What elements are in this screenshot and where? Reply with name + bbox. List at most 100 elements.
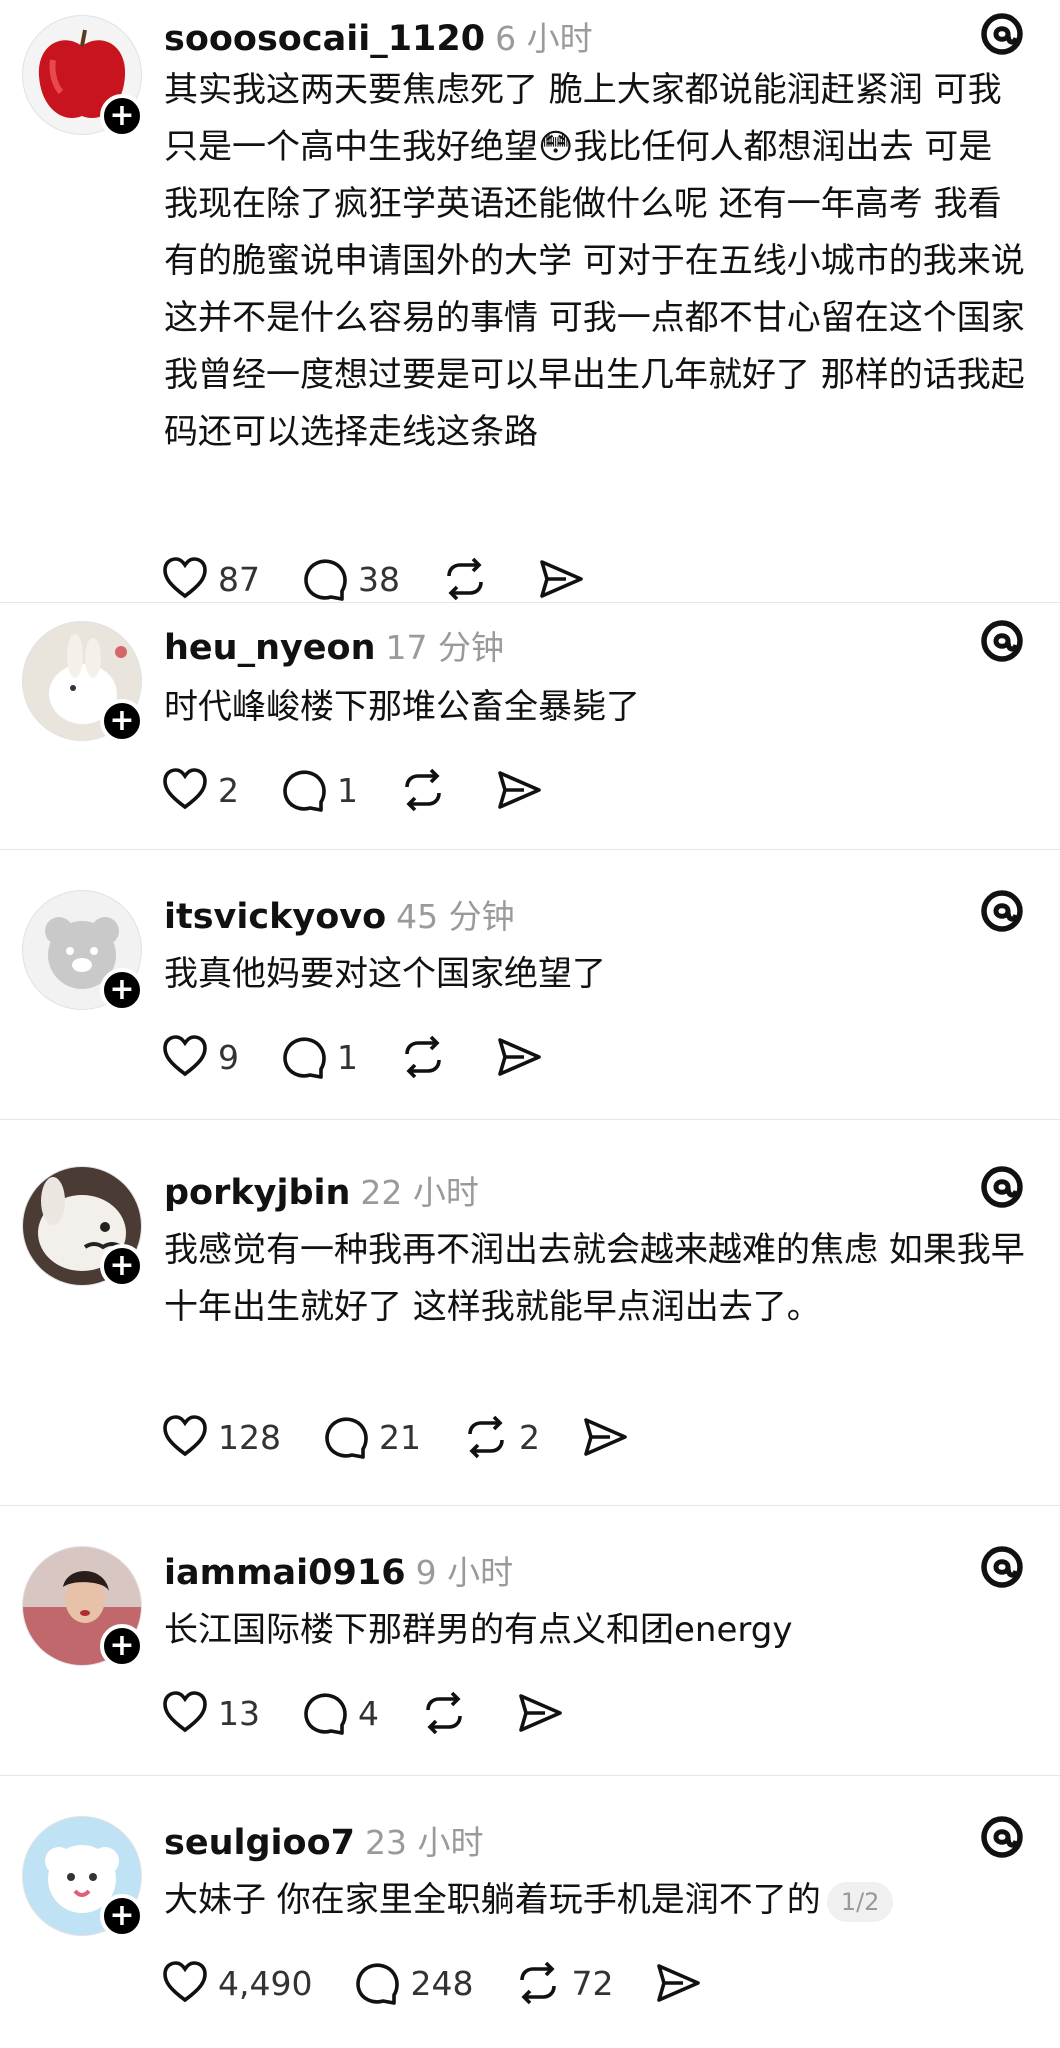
send-icon <box>498 1038 541 1076</box>
post-item[interactable]: + itsvickyovo 45 分钟 我真他妈要对这个国家绝望了 9 1 <box>0 850 1060 1120</box>
username[interactable]: iammai0916 <box>164 1553 406 1593</box>
follow-button[interactable]: + <box>100 94 144 138</box>
action-bar: 128 21 2 <box>160 1412 670 1462</box>
like-button[interactable]: 128 <box>160 1412 281 1462</box>
threads-logo-icon[interactable] <box>978 887 1026 935</box>
comment-icon <box>283 770 326 812</box>
repost-button[interactable] <box>398 765 448 815</box>
post-header: itsvickyovo 45 分钟 <box>164 890 960 938</box>
post-time: 23 小时 <box>364 1823 484 1862</box>
comment-icon <box>304 559 347 601</box>
post-item[interactable]: + sooosocaii_1120 6 小时 其实我这两天要焦虑死了 脆上大家都说… <box>0 0 1060 603</box>
like-count: 4,490 <box>218 1963 313 2003</box>
threads-logo-icon[interactable] <box>978 10 1026 58</box>
username[interactable]: seulgioo7 <box>164 1823 355 1863</box>
post-text: 长江国际楼下那群男的有点义和团energy <box>164 1610 793 1650</box>
reply-button[interactable]: 38 <box>300 554 400 604</box>
repost-count: 2 <box>519 1417 540 1457</box>
reply-button[interactable]: 248 <box>352 1958 473 2008</box>
repost-icon <box>468 1415 504 1459</box>
post-header: porkyjbin 22 小时 <box>164 1166 960 1214</box>
follow-button[interactable]: + <box>100 1624 144 1668</box>
post-item[interactable]: + iammai0916 9 小时 长江国际楼下那群男的有点义和团energy 1… <box>0 1506 1060 1776</box>
threads-logo-icon[interactable] <box>978 1813 1026 1861</box>
post-header: seulgioo7 23 小时 <box>164 1816 960 1864</box>
post-time: 9 小时 <box>415 1553 514 1592</box>
like-count: 2 <box>218 770 239 810</box>
like-button[interactable]: 9 <box>160 1032 239 1082</box>
post-time: 22 小时 <box>360 1173 479 1212</box>
reply-button[interactable]: 21 <box>321 1412 421 1462</box>
repost-button[interactable]: 72 <box>513 1958 613 2008</box>
heart-icon <box>163 1415 207 1457</box>
comment-icon <box>283 1037 326 1079</box>
heart-icon <box>163 557 207 599</box>
like-button[interactable]: 13 <box>160 1688 260 1738</box>
share-button[interactable] <box>494 1032 544 1082</box>
post-text: 大妹子 你在家里全职躺着玩手机是润不了的 <box>164 1880 821 1920</box>
follow-button[interactable]: + <box>100 968 144 1012</box>
threads-logo-icon[interactable] <box>978 1163 1026 1211</box>
like-button[interactable]: 2 <box>160 765 239 815</box>
heart-icon <box>163 1961 207 2003</box>
action-bar: 13 4 <box>160 1688 605 1738</box>
share-button[interactable] <box>494 765 544 815</box>
repost-icon <box>405 1035 441 1079</box>
reply-button[interactable]: 1 <box>279 1032 358 1082</box>
post-time: 6 小时 <box>495 19 593 58</box>
threads-feed: + sooosocaii_1120 6 小时 其实我这两天要焦虑死了 脆上大家都说… <box>0 0 1060 2048</box>
follow-button[interactable]: + <box>100 699 144 743</box>
action-bar: 9 1 <box>160 1032 584 1082</box>
username[interactable]: itsvickyovo <box>164 897 386 937</box>
follow-button[interactable]: + <box>100 1244 144 1288</box>
like-count: 9 <box>218 1037 239 1077</box>
share-button[interactable] <box>515 1688 565 1738</box>
post-item[interactable]: + heu_nyeon 17 分钟 时代峰峻楼下那堆公畜全暴毙了 2 1 <box>0 603 1060 850</box>
send-icon <box>540 560 583 598</box>
repost-icon <box>426 1691 462 1735</box>
post-text: 其实我这两天要焦虑死了 脆上大家都说能润赶紧润 可我只是一个高中生我好绝望😳我比… <box>164 70 1036 452</box>
send-icon <box>584 1418 627 1456</box>
page-indicator: 1/2 <box>826 1881 894 1922</box>
follow-button[interactable]: + <box>100 1894 144 1938</box>
send-icon <box>519 1694 562 1732</box>
comment-icon <box>356 1963 400 2005</box>
repost-icon <box>447 557 483 601</box>
threads-logo-icon[interactable] <box>978 617 1026 665</box>
repost-button[interactable] <box>398 1032 448 1082</box>
reply-button[interactable]: 4 <box>300 1688 379 1738</box>
repost-button[interactable] <box>440 554 490 604</box>
like-button[interactable]: 4,490 <box>160 1958 312 2008</box>
heart-icon <box>163 1691 207 1733</box>
post-time: 45 分钟 <box>396 897 515 936</box>
share-button[interactable] <box>653 1958 703 2008</box>
action-bar: 2 1 <box>160 765 584 815</box>
reply-count: 1 <box>337 1037 358 1077</box>
post-item[interactable]: + porkyjbin 22 小时 我感觉有一种我再不润出去就会越来越难的焦虑 如… <box>0 1120 1060 1506</box>
username[interactable]: sooosocaii_1120 <box>164 19 485 59</box>
username[interactable]: porkyjbin <box>164 1173 350 1213</box>
post-text-container: 大妹子 你在家里全职躺着玩手机是润不了的 1/2 <box>164 1872 1044 1929</box>
send-icon <box>657 1964 701 2002</box>
reply-count: 38 <box>358 559 400 599</box>
repost-button[interactable] <box>419 1688 469 1738</box>
heart-icon <box>163 1035 207 1077</box>
reply-count: 4 <box>358 1693 379 1733</box>
username[interactable]: heu_nyeon <box>164 628 376 668</box>
post-header: iammai0916 9 小时 <box>164 1546 960 1594</box>
share-button[interactable] <box>580 1412 630 1462</box>
post-item[interactable]: + seulgioo7 23 小时 大妹子 你在家里全职躺着玩手机是润不了的 1/2… <box>0 1776 1060 2048</box>
repost-icon <box>405 768 441 812</box>
reply-count: 21 <box>379 1417 421 1457</box>
like-button[interactable]: 87 <box>160 554 260 604</box>
repost-count: 72 <box>571 1963 614 2003</box>
share-button[interactable] <box>536 554 586 604</box>
repost-button[interactable]: 2 <box>461 1412 540 1462</box>
comment-icon <box>304 1693 347 1735</box>
threads-logo-icon[interactable] <box>978 1543 1026 1591</box>
post-text: 我真他妈要对这个国家绝望了 <box>164 954 606 994</box>
reply-count: 1 <box>337 770 358 810</box>
comment-icon <box>325 1417 368 1459</box>
heart-icon <box>163 768 207 810</box>
reply-button[interactable]: 1 <box>279 765 358 815</box>
